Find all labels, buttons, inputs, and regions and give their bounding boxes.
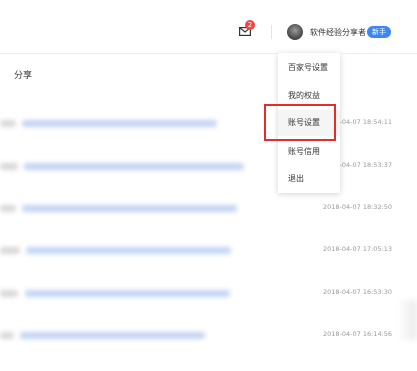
blurred-title-prefix <box>0 290 18 297</box>
list-item[interactable]: 2018-04-07 16:14:56 <box>0 328 417 348</box>
notification-badge: 2 <box>245 20 255 30</box>
blurred-title-prefix <box>0 205 16 212</box>
blurred-title <box>22 120 217 127</box>
list-item[interactable]: 2018-04-07 18:53:37 <box>0 159 417 179</box>
row-time: 2018-04-07 18:32:50 <box>323 203 393 211</box>
blurred-title-prefix <box>0 163 18 170</box>
blurred-title-prefix <box>0 332 14 339</box>
blurred-title-prefix <box>0 247 20 254</box>
page: 2 软件经验分享者 新手 分享 2018-04-07 18:54:11 2018… <box>0 0 417 371</box>
blurred-title-prefix <box>0 120 16 127</box>
header-divider <box>271 25 272 39</box>
section-title: 分享 <box>14 71 33 81</box>
row-time: 2018-04-07 17:05:13 <box>323 245 393 253</box>
row-time: 2018-04-07 16:53:30 <box>323 288 393 296</box>
highlight-annotation-box <box>264 104 336 141</box>
list-item[interactable]: 2018-04-07 18:54:11 <box>0 116 417 136</box>
user-level-badge: 新手 <box>367 26 391 38</box>
avatar[interactable] <box>287 24 303 40</box>
menu-item-account-credit[interactable]: 账号信用 <box>278 139 340 165</box>
blurred-title <box>26 247 231 254</box>
top-bar: 2 软件经验分享者 新手 <box>0 0 417 54</box>
list-item[interactable]: 2018-04-07 18:32:50 <box>0 201 417 221</box>
blurred-title <box>20 332 205 339</box>
list-item[interactable]: 2018-04-07 17:05:13 <box>0 243 417 263</box>
list-item[interactable]: 2018-04-07 16:53:30 <box>0 286 417 306</box>
blurred-title <box>24 163 244 170</box>
menu-item-logout[interactable]: 退出 <box>278 166 340 192</box>
blurred-title <box>25 290 230 297</box>
user-name[interactable]: 软件经验分享者 <box>310 27 366 38</box>
blurred-title <box>22 205 237 212</box>
row-time: 2018-04-07 16:14:56 <box>323 330 393 338</box>
edge-shadow <box>398 300 417 340</box>
menu-item-baijiahao-settings[interactable]: 百家号设置 <box>278 55 340 81</box>
